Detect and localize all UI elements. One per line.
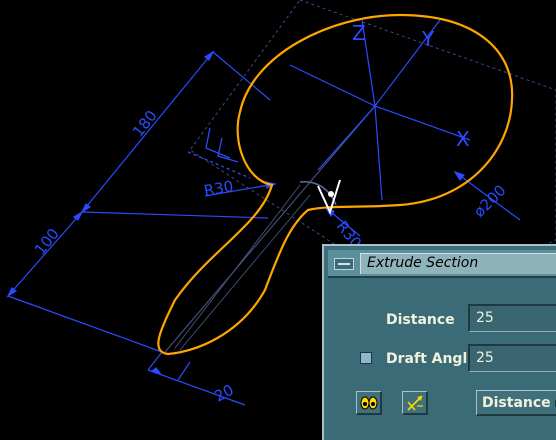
title-area[interactable]: Extrude Section	[360, 253, 556, 274]
distance-input[interactable]: 25	[468, 304, 556, 332]
flip-direction-button[interactable]	[402, 391, 428, 415]
window-menu-icon[interactable]	[334, 258, 354, 270]
axis-label-z: Z	[352, 21, 366, 45]
dimension-180-label: 180	[129, 107, 161, 141]
dialog-titlebar[interactable]: Extrude Section	[328, 250, 556, 278]
extrude-section-dialog[interactable]: Extrude Section Distance 25 Draft Angle …	[322, 244, 556, 440]
dialog-body: Extrude Section Distance 25 Draft Angle …	[328, 250, 556, 440]
preview-button[interactable]	[356, 391, 382, 415]
dimension-20-label: 20	[211, 381, 236, 406]
axis-label-y: Y	[421, 27, 435, 51]
axis-label-x: X	[456, 127, 470, 151]
mode-dropdown[interactable]: Distance	[476, 390, 556, 416]
flip-direction-icon	[407, 395, 423, 411]
draft-angle-label: Draft Angle	[386, 351, 477, 367]
dialog-title: Extrude Section	[367, 255, 479, 271]
dimension-100-label: 100	[31, 225, 63, 259]
axis-neg-x	[289, 64, 376, 107]
axis-neg-z	[374, 105, 383, 201]
dimension-length	[6, 50, 271, 353]
dimension-r30-left-label: R30	[203, 177, 235, 200]
eyes-icon	[360, 396, 378, 410]
draft-angle-input[interactable]: 25	[468, 344, 556, 372]
draft-angle-checkbox[interactable]	[360, 352, 372, 364]
distance-label: Distance	[386, 312, 455, 328]
mode-dropdown-value: Distance	[482, 395, 551, 411]
axis-neg-y	[317, 105, 376, 171]
handle-inner-line-2	[179, 194, 311, 351]
